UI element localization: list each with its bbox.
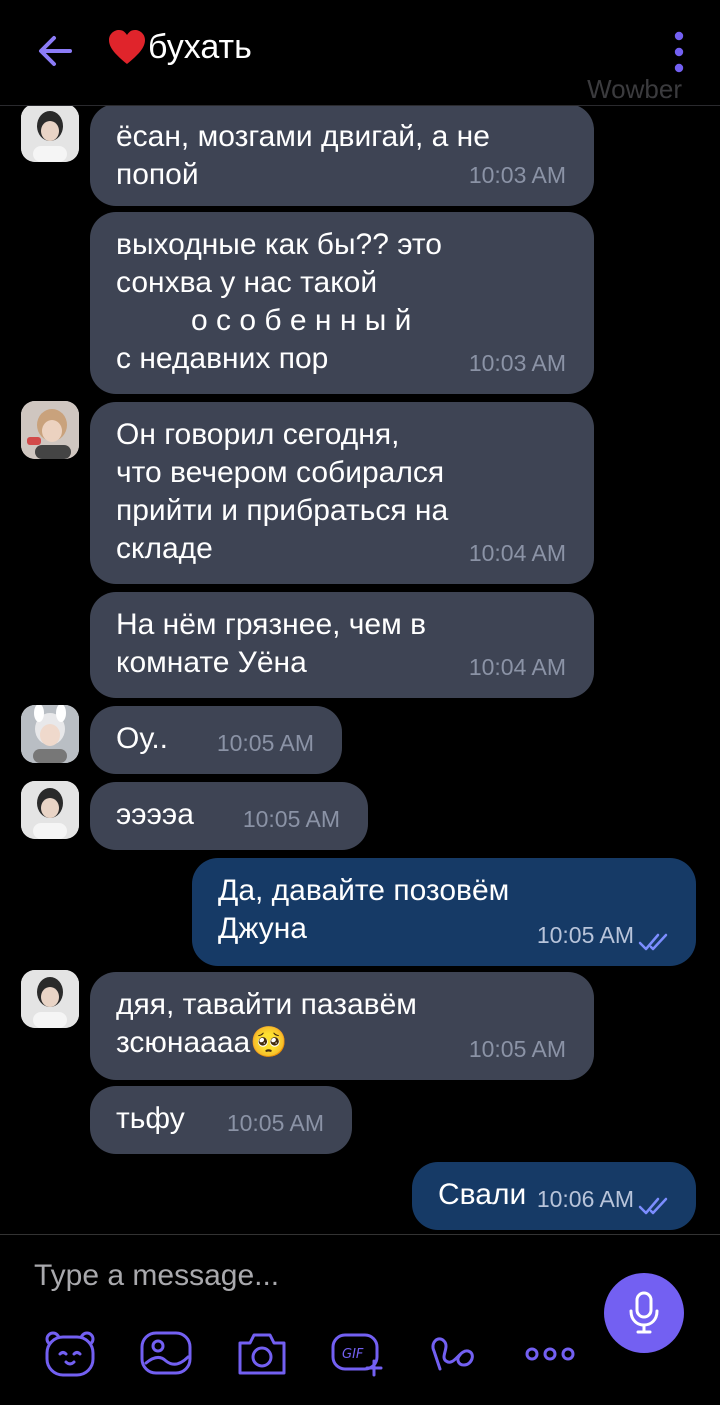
back-arrow-icon[interactable]: [34, 30, 76, 72]
message-time: 10:05 AM: [242, 806, 340, 832]
more-vert-icon[interactable]: [672, 30, 686, 74]
chat-title-text: бухать: [148, 28, 252, 66]
message-incoming[interactable]: ёсан, мозгами двигай, а не попой 10:03 A…: [90, 106, 594, 206]
message-incoming[interactable]: Он говорил сегодня, что вечером собиралс…: [90, 402, 594, 584]
read-ticks-icon: [638, 1197, 668, 1215]
message-time: 10:04 AM: [468, 654, 566, 680]
message-list[interactable]: ёсан, мозгами двигай, а не попой 10:03 A…: [0, 106, 720, 1234]
message-time: 10:05 AM: [226, 1110, 324, 1136]
avatar[interactable]: [21, 106, 79, 162]
message-incoming[interactable]: Оу.. 10:05 AM: [90, 706, 342, 774]
chat-title[interactable]: бухать: [108, 28, 252, 67]
camera-icon[interactable]: [234, 1329, 290, 1377]
message-time: 10:03 AM: [468, 350, 566, 376]
message-time: 10:05 AM: [536, 922, 634, 948]
avatar[interactable]: [21, 401, 79, 459]
message-time: 10:05 AM: [216, 730, 314, 756]
microphone-icon: [629, 1291, 659, 1334]
message-time: 10:06 AM: [536, 1186, 634, 1212]
message-time: 10:05 AM: [468, 1036, 566, 1062]
more-icon[interactable]: [522, 1329, 578, 1377]
doodle-icon[interactable]: [426, 1329, 482, 1377]
microphone-button[interactable]: [604, 1273, 684, 1353]
avatar[interactable]: [21, 705, 79, 763]
gif-icon[interactable]: GIF: [330, 1329, 386, 1377]
read-ticks-icon: [638, 933, 668, 951]
chat-header: бухать Wowber: [0, 0, 720, 106]
message-incoming[interactable]: тьфу 10:05 AM: [90, 1086, 352, 1154]
composer: Type a message... GIF: [0, 1234, 720, 1405]
message-input[interactable]: Type a message...: [34, 1259, 279, 1293]
message-outgoing[interactable]: Да, давайте позовём Джуна 10:05 AM: [192, 858, 696, 966]
message-time: 10:03 AM: [468, 162, 566, 188]
message-time: 10:04 AM: [468, 540, 566, 566]
message-incoming[interactable]: На нём грязнее, чем в комнате Уёна 10:04…: [90, 592, 594, 698]
watermark: Wowber: [587, 74, 682, 104]
avatar[interactable]: [21, 970, 79, 1028]
svg-text:GIF: GIF: [342, 1347, 364, 1362]
avatar[interactable]: [21, 781, 79, 839]
message-outgoing[interactable]: Свали 10:06 AM: [412, 1162, 696, 1230]
sticker-bear-icon[interactable]: [42, 1329, 98, 1377]
image-icon[interactable]: [138, 1329, 194, 1377]
message-incoming[interactable]: выходные как бы?? это сонхва у нас такой…: [90, 212, 594, 394]
message-incoming[interactable]: ээээа 10:05 AM: [90, 782, 368, 850]
message-incoming[interactable]: дяя, тавайти пазавём зсюнаааа🥺 10:05 AM: [90, 972, 594, 1080]
heart-icon: [109, 29, 145, 64]
